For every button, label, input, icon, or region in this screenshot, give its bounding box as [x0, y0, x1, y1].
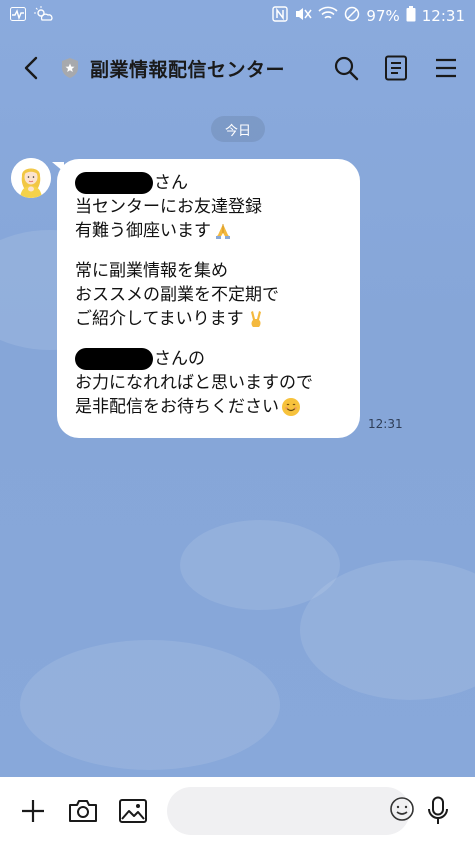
- sender-avatar[interactable]: [11, 158, 51, 198]
- message-input-wrapper: [167, 787, 414, 835]
- message-timestamp: 12:31: [368, 417, 403, 431]
- message-text: ご紹介してまいります: [75, 309, 244, 329]
- camera-icon: [69, 800, 97, 822]
- wifi-icon: [318, 6, 338, 26]
- chat-title: 副業情報配信センター: [90, 58, 286, 81]
- message-line: 是非配信をお待ちください: [75, 395, 346, 419]
- redacted-name: [75, 172, 153, 194]
- message-text: 常に副業情報を集め: [75, 261, 228, 281]
- no-signal-icon: [344, 6, 360, 26]
- voice-button[interactable]: [421, 794, 455, 828]
- notes-icon: [385, 55, 407, 81]
- activity-icon: [10, 7, 26, 25]
- weather-icon: [34, 6, 54, 26]
- redacted-name: [75, 348, 153, 370]
- message-text: さんの: [154, 349, 205, 369]
- avatar-illustration-icon: [11, 158, 51, 198]
- back-button[interactable]: [14, 48, 48, 88]
- message-text: おススメの副業を不定期で: [75, 285, 279, 305]
- mute-icon: [294, 6, 313, 26]
- microphone-icon: [428, 796, 448, 824]
- chevron-left-icon: [24, 56, 38, 80]
- victory-hand-emoji-icon: [246, 309, 266, 329]
- date-separator: 今日: [211, 116, 265, 142]
- message-text: さん: [154, 173, 188, 193]
- message-text: お力になれればと思いますので: [75, 373, 313, 393]
- plus-icon: [22, 800, 44, 822]
- chat-header: 副業情報配信センター: [0, 32, 475, 104]
- battery-icon: [406, 6, 416, 26]
- battery-percent: 97%: [366, 7, 400, 25]
- notes-button[interactable]: [381, 53, 411, 83]
- message-line: 当センターにお友達登録: [75, 195, 346, 219]
- message-bubble[interactable]: さん 当センターにお友達登録 有難う御座います 常に副業情報を集め おススメの副…: [57, 159, 360, 438]
- folded-hands-emoji-icon: [213, 221, 233, 241]
- hamburger-menu-icon: [436, 58, 456, 78]
- message-line: お力になれればと思いますので: [75, 371, 346, 395]
- status-bar: 97% 12:31: [0, 0, 475, 32]
- message-line: さんの: [75, 347, 346, 371]
- verified-shield-icon: [60, 56, 82, 80]
- gallery-button[interactable]: [116, 794, 150, 828]
- camera-button[interactable]: [66, 794, 100, 828]
- image-icon: [119, 799, 147, 823]
- background-cloud: [180, 520, 340, 610]
- message-input[interactable]: [189, 801, 389, 821]
- background-cloud: [20, 640, 280, 770]
- emoji-button[interactable]: [389, 796, 415, 826]
- message-text: 当センターにお友達登録: [75, 197, 262, 217]
- search-icon: [334, 56, 359, 81]
- message-line: 常に副業情報を集め: [75, 259, 346, 283]
- input-bar: [0, 777, 475, 845]
- smiling-face-emoji-icon: [281, 397, 301, 417]
- message-line: ご紹介してまいります: [75, 307, 346, 331]
- chat-screen: 97% 12:31 副業情報配信センター 今日 さん 当センターにお友達登録 有…: [0, 0, 475, 845]
- message-line: さん: [75, 171, 346, 195]
- nfc-icon: [272, 6, 289, 26]
- add-button[interactable]: [16, 794, 50, 828]
- search-button[interactable]: [331, 53, 361, 83]
- message-text: 有難う御座います: [75, 221, 211, 241]
- emoji-icon: [390, 797, 414, 821]
- message-line: 有難う御座います: [75, 219, 346, 243]
- message-line: おススメの副業を不定期で: [75, 283, 346, 307]
- message-text: 是非配信をお待ちください: [75, 397, 279, 417]
- menu-button[interactable]: [431, 53, 461, 83]
- clock: 12:31: [421, 7, 465, 25]
